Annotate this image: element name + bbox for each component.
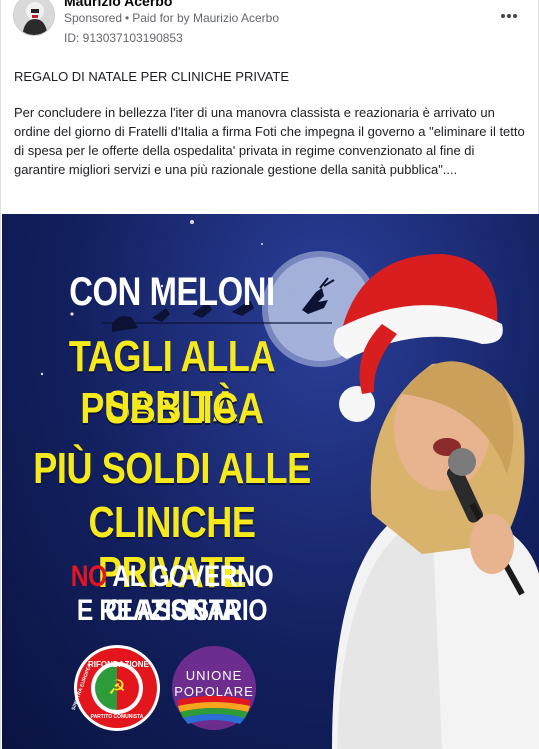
sponsored-label: Sponsored bbox=[64, 11, 123, 25]
post-headline: REGALO DI NATALE PER CLINICHE PRIVATE bbox=[14, 69, 289, 84]
svg-text:☭: ☭ bbox=[108, 675, 126, 699]
slogan-line-4: PIÙ SOLDI ALLE bbox=[33, 444, 311, 493]
more-options-button[interactable] bbox=[497, 6, 521, 26]
slogan-line-3: PUBBLICA bbox=[80, 384, 264, 433]
author-avatar[interactable] bbox=[13, 0, 55, 36]
ellipsis-dot bbox=[507, 14, 511, 18]
sponsored-post-card: Maurizio Acerbo Sponsored • Paid for by Ma… bbox=[0, 0, 539, 749]
avatar-image bbox=[14, 0, 54, 35]
slogan-no-word: NO bbox=[70, 560, 107, 593]
sponsorship-line: Sponsored • Paid for by Maurizio Acerbo bbox=[64, 11, 279, 25]
paid-for-label[interactable]: Paid for by Maurizio Acerbo bbox=[132, 11, 279, 25]
post-body: Per concludere in bellezza l'iter di una… bbox=[14, 105, 525, 177]
rifondazione-logo-bottom-text: PARTITO COMUNISTA bbox=[90, 714, 144, 720]
slogan-line-1: CON MELONI bbox=[69, 270, 275, 314]
unione-popolare-line-1: UNIONE bbox=[185, 668, 243, 683]
ad-id: ID: 913037103190853 bbox=[64, 31, 183, 45]
author-name[interactable]: Maurizio Acerbo bbox=[64, 0, 172, 9]
ellipsis-dot bbox=[513, 14, 517, 18]
unione-popolare-line-2: POPOLARE bbox=[174, 684, 254, 699]
ad-creative-image[interactable]: ☭ CON MELONI TAGLI ALLA SANITÀ PUBBLICA … bbox=[2, 214, 539, 749]
ellipsis-icon bbox=[501, 14, 505, 18]
portrait-illustration bbox=[332, 254, 539, 749]
rifondazione-logo-top-text: RIFONDAZIONE bbox=[88, 660, 149, 669]
separator-dot: • bbox=[125, 11, 130, 25]
slogan-line-7: E REAZIONARIO bbox=[76, 594, 268, 627]
